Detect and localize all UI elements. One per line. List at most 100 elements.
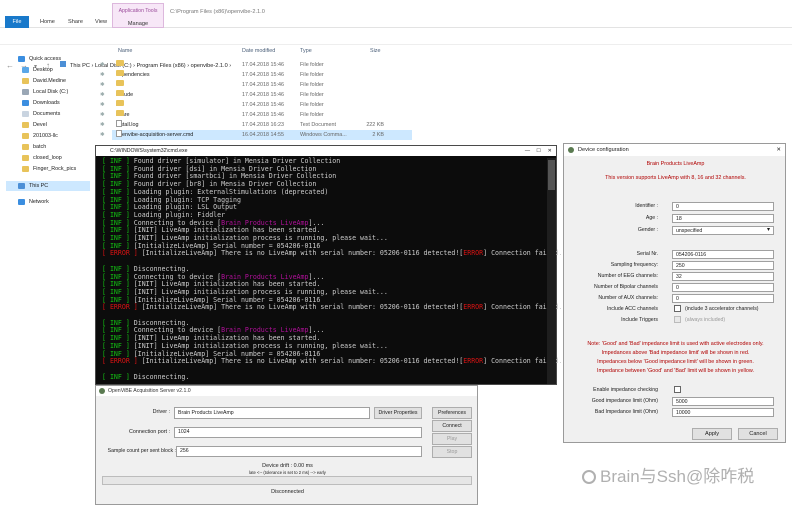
file-row[interactable]: ✱ openvibe-acquisition-server.cmd 16.04.20… (100, 130, 412, 140)
console-scrollbar[interactable] (547, 158, 556, 384)
play-button[interactable]: Play (432, 433, 472, 445)
sidebar-item-201003[interactable]: 201003-llc (22, 131, 58, 141)
file-name-cell: share (116, 110, 130, 120)
serial-input[interactable]: 054206-0116 (672, 250, 774, 259)
preferences-button[interactable]: Preferences (432, 407, 472, 419)
identifier-input[interactable]: 0 (672, 202, 774, 211)
tab-home[interactable]: Home (40, 19, 55, 28)
file-date: 17.04.2018 15:46 (242, 62, 284, 68)
wechat-icon (582, 470, 596, 484)
sidebar-item-this-pc[interactable]: This PC (6, 181, 90, 191)
tab-view[interactable]: View (95, 19, 107, 28)
cancel-button[interactable]: Cancel (738, 428, 778, 440)
file-date: 16.04.2018 14:55 (242, 132, 284, 138)
sidebar-item-network[interactable]: Network (18, 197, 49, 207)
sidebar-item-documents[interactable]: Documents (22, 109, 60, 119)
sidebar-item-finger-rock[interactable]: Finger_Rock_pics (22, 164, 76, 174)
eeg-channels-input[interactable]: 32 (672, 272, 774, 281)
sidebar-item-batch[interactable]: batch (22, 142, 46, 152)
close-icon[interactable]: ✕ (776, 144, 781, 156)
sidebar-label: batch (33, 144, 47, 150)
sampling-select[interactable]: 250 (672, 261, 774, 270)
sample-count-label: Sample count per sent block : (107, 448, 176, 454)
device-configuration-dialog: Device configuration ✕ Brain Products Li… (563, 143, 786, 443)
file-row[interactable]: ✱ etc 17.04.2018 15:46 File folder (100, 80, 412, 90)
sidebar-label: 201003-llc (33, 133, 58, 139)
console-line: [ ERROR ] [InitializeLiveAmp] There is n… (102, 357, 570, 366)
sampling-label: Sampling frequency: (610, 262, 658, 268)
connection-status: Disconnected (271, 489, 304, 495)
console-output[interactable]: [ INF ] Found driver [simulator] in Mens… (102, 157, 570, 381)
folder-icon (116, 70, 124, 76)
file-row[interactable]: ✱ bin 17.04.2018 15:46 File folder (100, 60, 412, 70)
file-type: File folder (300, 92, 324, 98)
app-icon (568, 147, 574, 153)
folder-icon (116, 60, 124, 66)
pin-icon: ✱ (100, 72, 105, 78)
config-title-bar: Device configuration ✕ (564, 144, 785, 156)
sidebar-item-desktop[interactable]: Desktop (22, 65, 53, 75)
pin-icon: ✱ (100, 82, 105, 88)
bad-impedance-input[interactable]: 10000 (672, 408, 774, 417)
bipolar-label: Number of Bipolar channels (593, 284, 658, 290)
file-row[interactable]: ✱ share 17.04.2018 15:46 File folder (100, 110, 412, 120)
application-tools-tab[interactable]: Application Tools Manage (112, 3, 164, 28)
apply-button[interactable]: Apply (692, 428, 732, 440)
folder-icon (116, 90, 124, 96)
port-input[interactable]: 1024 (174, 427, 422, 438)
file-row[interactable]: ✱ dependencies 17.04.2018 15:46 File folder (100, 70, 412, 80)
stop-button[interactable]: Stop (432, 446, 472, 458)
driver-label: Driver : (152, 409, 170, 415)
sidebar-label: Devel (33, 122, 47, 128)
age-input[interactable]: 18 (672, 214, 774, 223)
file-size: 2 KB (372, 132, 384, 138)
sidebar-item-downloads[interactable]: Downloads (22, 98, 60, 108)
tab-share[interactable]: Share (68, 19, 83, 28)
pc-icon (18, 182, 25, 189)
drift-tolerance: late <-- (tolerance is set to 2 ms) --> … (249, 470, 326, 475)
note-line-2: Impedances above 'Bad impedance limit' w… (601, 350, 750, 356)
good-impedance-input[interactable]: 5000 (672, 397, 774, 406)
sidebar-item-quick-access[interactable]: Quick access (18, 54, 61, 64)
sidebar-item-devel[interactable]: Devel (22, 120, 47, 130)
aux-channels-input[interactable]: 0 (672, 294, 774, 303)
driver-select[interactable]: Brain Products LiveAmp (174, 407, 370, 419)
sidebar-label: closed_loop (33, 155, 62, 161)
connect-button[interactable]: Connect (432, 420, 472, 432)
file-row[interactable]: ✱ install.log 17.04.2018 16:23 Text Documen… (100, 120, 412, 130)
pin-icon: ✱ (100, 102, 105, 108)
sidebar-label: Local Disk (C:) (33, 89, 69, 95)
sidebar-item-local-disk[interactable]: Local Disk (C:) (22, 87, 68, 97)
file-type: Windows Comma... (300, 132, 347, 138)
chevron-down-icon[interactable]: ▾ (767, 226, 770, 233)
document-icon (22, 110, 29, 117)
impedance-checkbox[interactable] (674, 386, 681, 393)
sidebar-label: This PC (29, 183, 49, 189)
triggers-checkbox (674, 316, 681, 323)
console-segment: [ ERROR ] (102, 303, 138, 312)
acquisition-server-window: OpenViBE Acquisition Server v2.1.0 Drive… (95, 385, 478, 505)
acc-checkbox[interactable] (674, 305, 681, 312)
maximize-icon[interactable]: ☐ (536, 146, 541, 156)
bipolar-channels-input[interactable]: 0 (672, 283, 774, 292)
sidebar-item-closed-loop[interactable]: closed_loop (22, 153, 62, 163)
watermark-label: Brain与Ssh@除咋税 (600, 467, 755, 486)
tab-manage[interactable]: Manage (113, 21, 163, 27)
file-type: File folder (300, 62, 324, 68)
folder-icon (22, 165, 29, 172)
close-icon[interactable]: ✕ (548, 146, 552, 156)
triggers-label: Include Triggers (621, 317, 658, 323)
tab-file[interactable]: File (5, 16, 29, 28)
file-size: 222 KB (366, 122, 384, 128)
scrollbar-thumb[interactable] (548, 160, 555, 190)
driver-properties-button[interactable]: Driver Properties (374, 407, 422, 419)
console-segment: ] Connection failed... (483, 303, 571, 312)
minimize-icon[interactable]: — (525, 146, 530, 156)
file-row[interactable]: ✱ lib 17.04.2018 15:46 File folder (100, 100, 412, 110)
gender-select[interactable]: unspecified (672, 226, 774, 235)
sample-count-input[interactable]: 256 (176, 446, 422, 457)
sidebar-label: Documents (33, 111, 61, 117)
file-type: File folder (300, 112, 324, 118)
sidebar-item-user[interactable]: David.Medine (22, 76, 66, 86)
file-row[interactable]: ✱ include 17.04.2018 15:46 File folder (100, 90, 412, 100)
